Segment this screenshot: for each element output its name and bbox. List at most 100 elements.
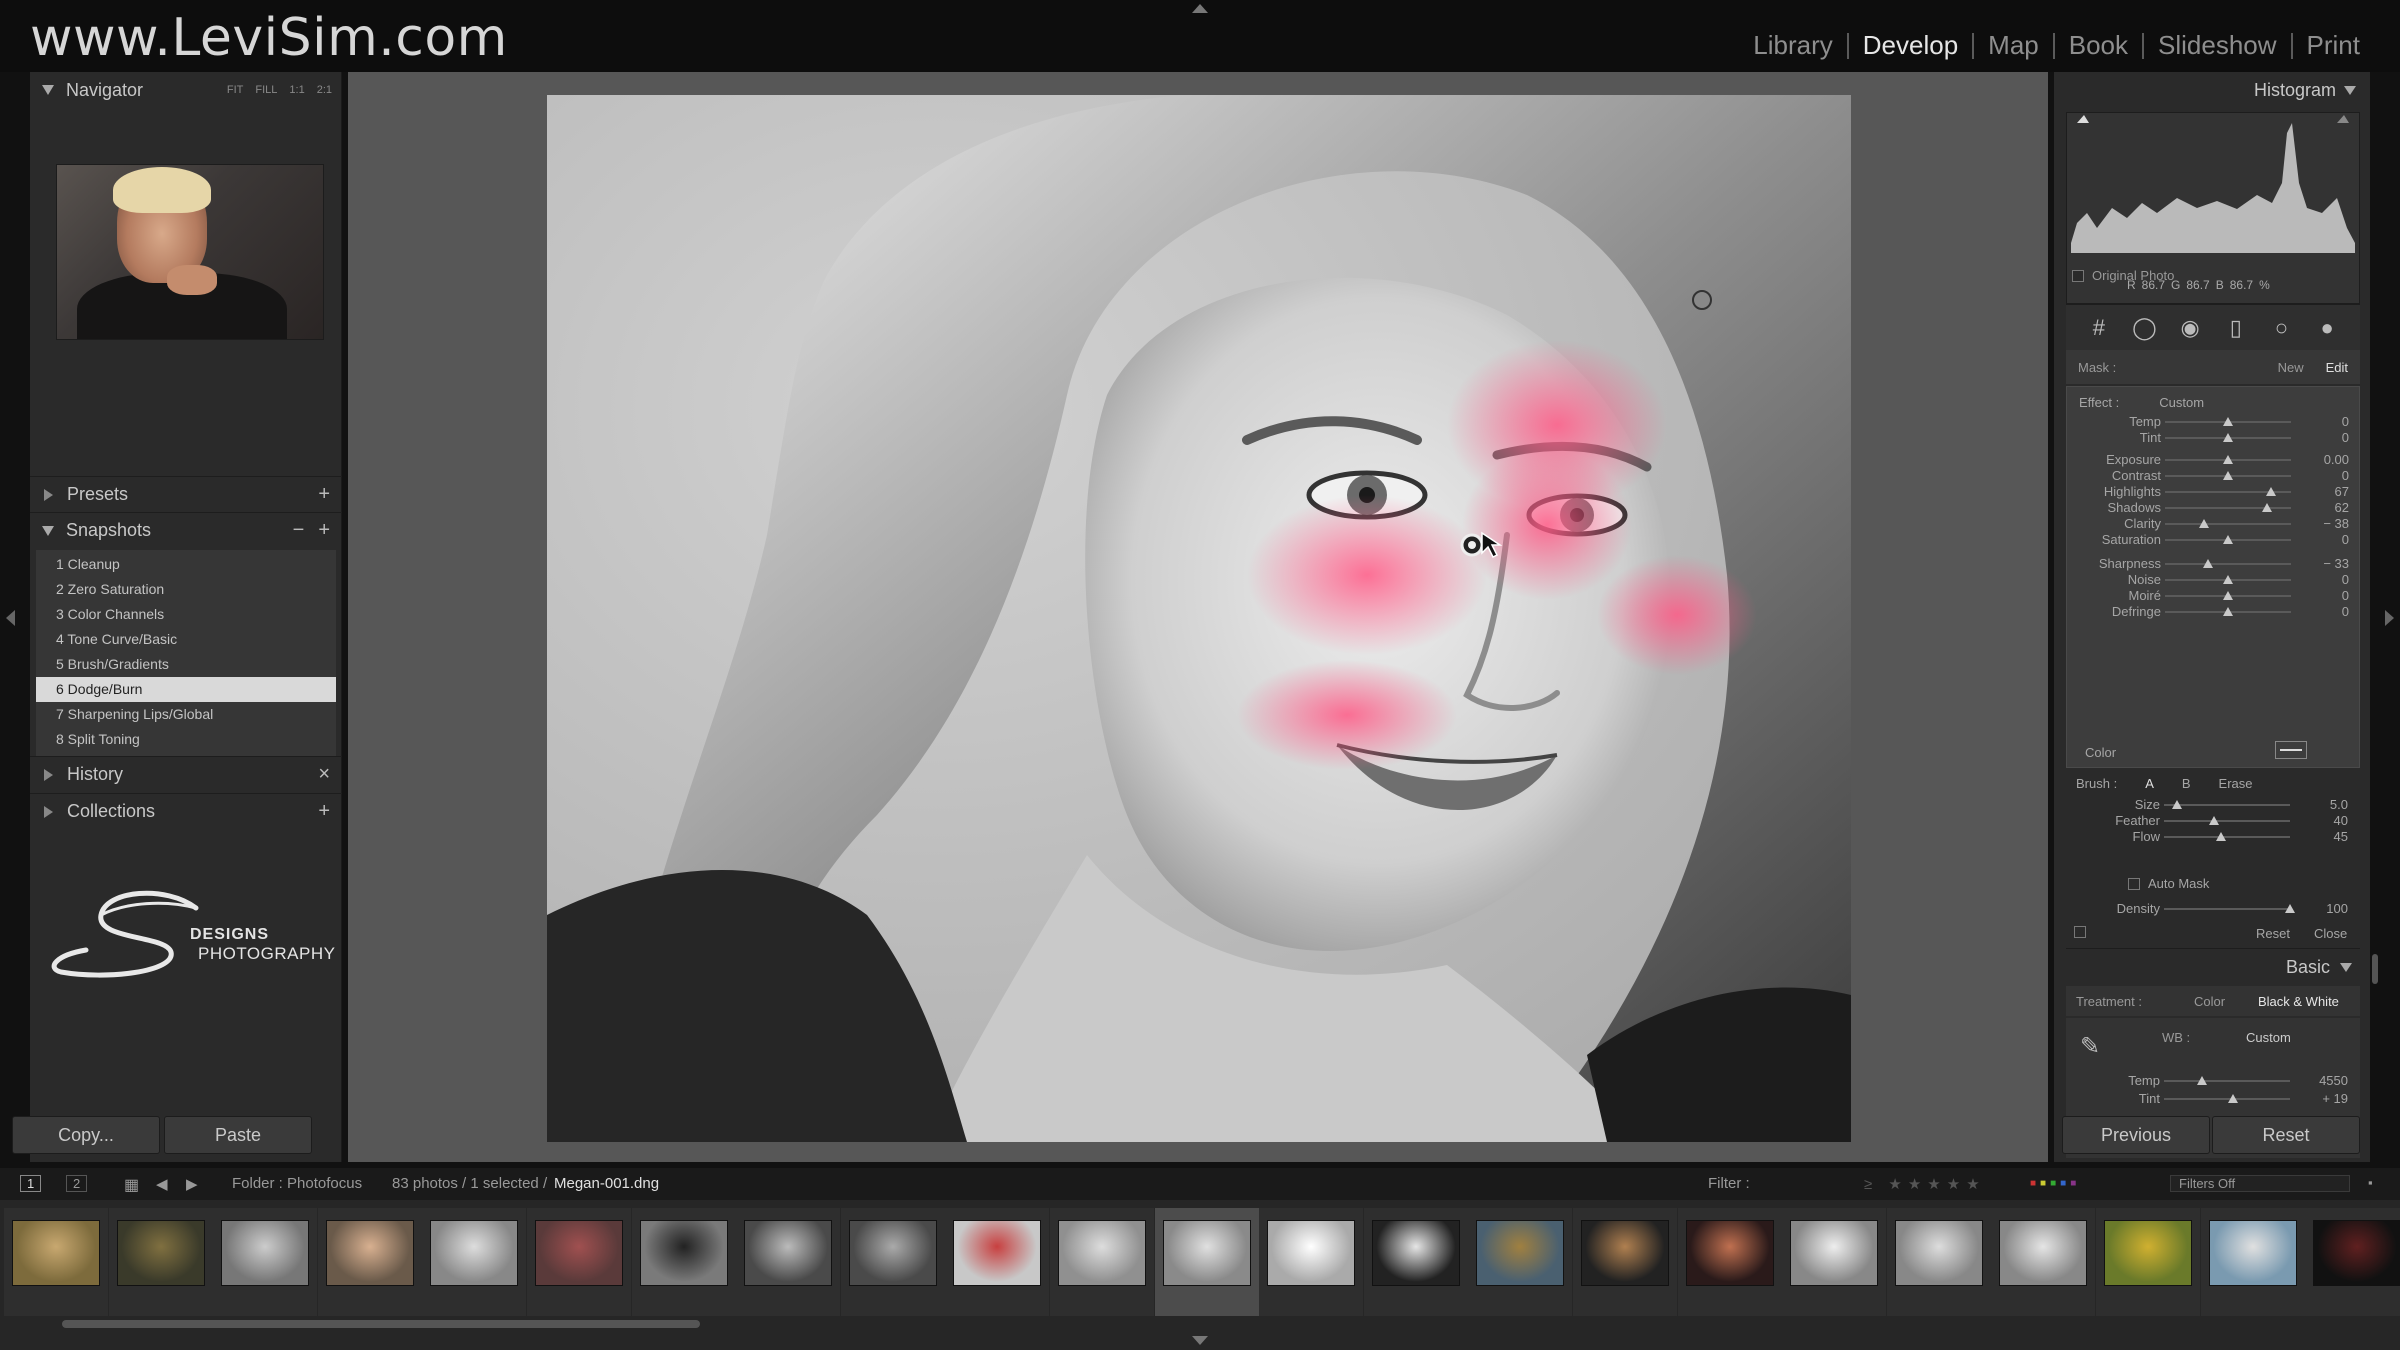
reset-button[interactable]: Reset (2212, 1116, 2360, 1154)
filmstrip-thumbnail[interactable] (1991, 1208, 2096, 1316)
tint-slider-value[interactable]: 0 (2342, 430, 2349, 445)
brush-flow-slider-value[interactable]: 45 (2334, 829, 2348, 844)
module-library[interactable]: Library (1739, 30, 1846, 61)
snapshot-item[interactable]: 3 Color Channels (36, 602, 336, 627)
nav-back-icon[interactable]: ◀ (156, 1175, 168, 1193)
temp-slider-track[interactable] (2165, 417, 2291, 426)
filmstrip-thumbnail[interactable] (108, 1208, 213, 1316)
filmstrip-thumbnail[interactable] (1259, 1208, 1364, 1316)
brush-feather-slider-track[interactable] (2164, 816, 2290, 825)
red-eye-icon[interactable]: ◉ (2176, 314, 2204, 342)
brush-density-slider-track[interactable] (2164, 904, 2295, 913)
treatment-color-button[interactable]: Color (2194, 994, 2225, 1009)
folder-source[interactable]: Folder : Photofocus (232, 1175, 362, 1192)
snapshot-item[interactable]: 2 Zero Saturation (36, 577, 336, 602)
defringe-slider-value[interactable]: 0 (2342, 604, 2349, 619)
filmstrip-thumbnail[interactable] (631, 1208, 736, 1316)
defringe-slider-track[interactable] (2165, 607, 2291, 616)
filmstrip-thumbnail[interactable] (2096, 1208, 2200, 1316)
noise-slider-knob[interactable] (2223, 575, 2233, 584)
add-preset-button[interactable]: + (318, 483, 330, 506)
color-swatch[interactable] (2275, 741, 2307, 759)
saturation-slider-knob[interactable] (2223, 535, 2233, 544)
presets-header[interactable]: Presets + (30, 476, 342, 512)
wb-tint-slider-track[interactable] (2164, 1094, 2290, 1103)
crop-overlay-icon[interactable]: # (2085, 314, 2113, 342)
highlights-slider-track[interactable] (2165, 487, 2291, 496)
defringe-slider-knob[interactable] (2223, 607, 2233, 616)
wb-temp-slider-track[interactable] (2164, 1076, 2290, 1085)
rating-filter-stars[interactable]: ≥ ★★★★★ (1864, 1175, 1986, 1193)
exposure-slider-knob[interactable] (2223, 455, 2233, 464)
snapshot-item[interactable]: 1 Cleanup (36, 552, 336, 577)
filmstrip-thumbnail[interactable] (945, 1208, 1050, 1316)
histogram-header[interactable]: Histogram (2254, 80, 2356, 101)
clarity-slider-knob[interactable] (2199, 519, 2210, 528)
copy-settings-button[interactable]: Copy... (12, 1116, 160, 1154)
filmstrip-thumbnail[interactable] (1363, 1208, 1468, 1316)
history-header[interactable]: History × (30, 756, 342, 792)
brush-b-tab[interactable]: B (2182, 776, 2191, 791)
zoom-2-1[interactable]: 2:1 (317, 84, 332, 96)
brush-size-slider-track[interactable] (2164, 800, 2290, 809)
portrait-photo[interactable] (547, 95, 1851, 1142)
mask-edit-button[interactable]: Edit (2326, 360, 2348, 375)
snapshot-item[interactable]: 5 Brush/Gradients (36, 652, 336, 677)
highlights-slider-knob[interactable] (2265, 487, 2276, 496)
navigator-header[interactable]: Navigator FIT FILL 1:1 2:1 (30, 72, 342, 108)
filmstrip-thumbnail[interactable] (2200, 1208, 2305, 1316)
module-book[interactable]: Book (2055, 30, 2142, 61)
saturation-slider-value[interactable]: 0 (2342, 532, 2349, 547)
noise-slider-track[interactable] (2165, 575, 2291, 584)
selected-filename[interactable]: Megan-001.dng (554, 1175, 659, 1192)
snapshot-item[interactable]: 7 Sharpening Lips/Global (36, 702, 336, 727)
clear-history-button[interactable]: × (318, 763, 330, 786)
adjustment-brush-icon[interactable]: ● (2313, 314, 2341, 342)
add-collection-button[interactable]: + (318, 800, 330, 823)
color-label-filter[interactable]: ■■■■■ (2030, 1178, 2080, 1189)
zoom-fill[interactable]: FILL (255, 84, 277, 96)
shadows-slider-knob[interactable] (2262, 503, 2273, 512)
module-print[interactable]: Print (2293, 30, 2374, 61)
filmstrip-thumbnail[interactable] (213, 1208, 318, 1316)
nav-forward-icon[interactable]: ▶ (186, 1175, 198, 1193)
module-slideshow[interactable]: Slideshow (2144, 30, 2291, 61)
filmstrip-thumbnail[interactable] (1050, 1208, 1154, 1316)
filmstrip-thumbnail[interactable] (4, 1208, 108, 1316)
zoom-1-1[interactable]: 1:1 (289, 84, 304, 96)
spot-removal-icon[interactable]: ◯ (2130, 314, 2158, 342)
brush-flow-slider-knob[interactable] (2215, 832, 2226, 841)
collapse-right-arrow-icon[interactable] (2385, 610, 2394, 626)
collapse-left-arrow-icon[interactable] (6, 610, 15, 626)
brush-erase-tab[interactable]: Erase (2219, 776, 2253, 791)
filmstrip-thumbnail[interactable] (317, 1208, 422, 1316)
brush-a-tab[interactable]: A (2145, 776, 2154, 791)
contrast-slider-knob[interactable] (2223, 471, 2233, 480)
mask-new-button[interactable]: New (2278, 360, 2304, 375)
filmstrip-thumbnail[interactable] (422, 1208, 527, 1316)
filmstrip-thumbnail[interactable] (840, 1208, 945, 1316)
snapshot-item[interactable]: 8 Split Toning (36, 727, 336, 752)
zoom-fit[interactable]: FIT (227, 84, 244, 96)
filmstrip-thumbnail[interactable] (1782, 1208, 1887, 1316)
toggle-brush-checkbox[interactable] (2074, 926, 2086, 938)
snapshot-item[interactable]: 4 Tone Curve/Basic (36, 627, 336, 652)
saturation-slider-track[interactable] (2165, 535, 2291, 544)
radial-filter-icon[interactable]: ○ (2267, 314, 2295, 342)
auto-mask-checkbox[interactable] (2128, 877, 2140, 890)
main-window-button[interactable]: 1 (20, 1175, 42, 1192)
filters-preset-dropdown[interactable]: Filters Off (2170, 1175, 2350, 1192)
shadows-slider-track[interactable] (2165, 503, 2291, 512)
wb-preset-dropdown[interactable]: Custom (2246, 1030, 2291, 1045)
grid-view-icon[interactable]: ▦ (124, 1175, 139, 1195)
filmstrip-thumbnail-selected[interactable] (1154, 1208, 1259, 1316)
auto-mask-toggle[interactable]: Auto Mask (2128, 876, 2209, 891)
wb-temp-slider-value[interactable]: 4550 (2319, 1073, 2348, 1088)
exposure-slider-track[interactable] (2165, 455, 2291, 464)
navigator-preview[interactable] (56, 164, 324, 340)
secondary-window-button[interactable]: 2 (66, 1175, 88, 1192)
brush-density-slider-value[interactable]: 100 (2326, 901, 2348, 916)
brush-close-button[interactable]: Close (2314, 926, 2347, 941)
treatment-bw-button[interactable]: Black & White (2258, 994, 2339, 1009)
brush-density-slider-knob[interactable] (2285, 904, 2295, 913)
